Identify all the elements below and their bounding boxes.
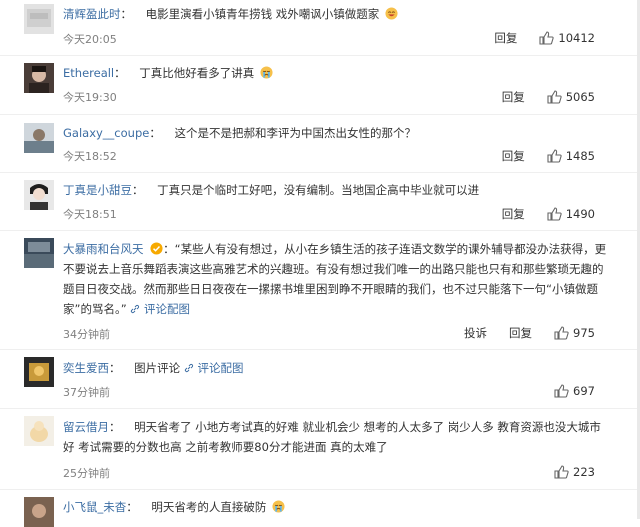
thumbs-up-icon: [547, 149, 562, 163]
report-link[interactable]: 投诉: [464, 325, 487, 341]
comment-text: 明天省考的人直接破防: [151, 500, 267, 514]
thumbs-up-icon: [539, 31, 555, 45]
laugh-emoji: [385, 7, 398, 20]
separator: ：: [109, 361, 121, 375]
like-count: 1490: [565, 207, 595, 221]
like-count: 1485: [565, 149, 595, 163]
like-button[interactable]: 223: [554, 465, 595, 479]
like-count: 223: [573, 465, 595, 479]
comment-text: 这个是不是把郝和李评为中国杰出女性的那个？: [174, 126, 417, 140]
comment-time: 今天18:52: [63, 150, 117, 163]
like-button[interactable]: 1485: [547, 149, 595, 163]
like-button[interactable]: 975: [554, 326, 595, 340]
comment-username[interactable]: 清辉盈此时: [63, 7, 121, 21]
avatar[interactable]: [24, 238, 54, 268]
avatar[interactable]: [24, 180, 54, 210]
image-link[interactable]: 评论配图: [184, 361, 243, 375]
thumbs-up-icon: [547, 207, 562, 221]
comment-username[interactable]: 留云借月: [63, 420, 109, 434]
reply-link[interactable]: 回复: [502, 89, 525, 105]
separator: ：: [163, 242, 175, 256]
cry-emoji: [272, 500, 285, 513]
comment-text: 电影里演看小镇青年捞钱 戏外嘲讽小镇做题家: [145, 7, 380, 21]
thumbs-up-icon: [554, 384, 569, 398]
avatar[interactable]: [24, 63, 54, 93]
comment-time: 25分钟前: [63, 467, 110, 480]
comment-text: 丁真比他好看多了讲真: [139, 66, 255, 80]
like-count: 697: [573, 384, 595, 398]
separator: ：: [132, 183, 144, 197]
separator: ：: [120, 7, 133, 21]
comment-item: 大暴雨和台风天 ：“某些人有没有想过，从小在乡镇生活的孩子连语文数学的课外辅导都…: [0, 230, 637, 350]
avatar[interactable]: [24, 357, 54, 387]
link-icon: [184, 363, 193, 373]
separator: ：: [114, 66, 126, 80]
comment-time: 今天20:05: [63, 33, 117, 46]
comment-item: Galaxy__coupe： 这个是不是把郝和李评为中国杰出女性的那个？ 今天1…: [0, 114, 637, 173]
link-icon: [131, 304, 140, 314]
like-count: 10412: [558, 31, 595, 45]
comment-username[interactable]: 丁真是小甜豆: [63, 183, 132, 197]
reply-link[interactable]: 回复: [509, 325, 532, 341]
like-button[interactable]: 697: [554, 384, 595, 398]
like-button[interactable]: 10412: [539, 31, 595, 45]
reply-link[interactable]: 回复: [502, 148, 525, 164]
comment-username[interactable]: Galaxy__coupe: [63, 126, 149, 140]
avatar[interactable]: [24, 497, 54, 527]
comment-time: 今天18:51: [63, 208, 117, 221]
comment-username[interactable]: 小飞鼠_未杳: [63, 500, 126, 514]
comment-item: Ethereall： 丁真比他好看多了讲真 今天19:30 回复 5065: [0, 55, 637, 115]
comment-item: 小飞鼠_未杳： 明天省考的人直接破防: [0, 489, 637, 527]
reply-link[interactable]: 回复: [494, 30, 517, 46]
comment-time: 34分钟前: [63, 328, 110, 341]
separator: ：: [109, 420, 121, 434]
comment-time: 37分钟前: [63, 386, 110, 399]
comment-item: 清辉盈此时： 电影里演看小镇青年捞钱 戏外嘲讽小镇做题家 今天20:05 回复 …: [0, 0, 637, 56]
image-link[interactable]: 评论配图: [130, 302, 190, 316]
like-button[interactable]: 5065: [547, 90, 595, 104]
avatar[interactable]: [24, 123, 54, 153]
comment-item: 奕生爱西： 图片评论 评论配图 37分钟前 697: [0, 349, 637, 409]
comment-username[interactable]: 奕生爱西: [63, 361, 109, 375]
comment-username[interactable]: 大暴雨和台风天: [63, 242, 144, 256]
thumbs-up-icon: [554, 326, 569, 340]
thumbs-up-icon: [554, 465, 569, 479]
cry-emoji: [260, 66, 273, 79]
avatar[interactable]: [24, 4, 54, 34]
verified-badge-icon: [150, 242, 163, 255]
separator: ：: [149, 126, 161, 140]
avatar[interactable]: [24, 416, 54, 446]
like-count: 975: [573, 326, 595, 340]
separator: ：: [126, 500, 138, 514]
comment-item: 留云借月： 明天省考了 小地方考试真的好难 就业机会少 想考的人太多了 岗少人多…: [0, 408, 637, 490]
thumbs-up-icon: [547, 90, 562, 104]
comment-item: 丁真是小甜豆： 丁真只是个临时工好吧，没有编制。当地国企高中毕业就可以进 今天1…: [0, 172, 637, 231]
comment-username[interactable]: Ethereall: [63, 66, 114, 80]
comment-text: 图片评论: [134, 361, 181, 375]
reply-link[interactable]: 回复: [502, 206, 525, 222]
like-button[interactable]: 1490: [547, 207, 595, 221]
like-count: 5065: [565, 90, 595, 104]
comment-text: 丁真只是个临时工好吧，没有编制。当地国企高中毕业就可以进: [157, 183, 480, 197]
comment-text: 明天省考了 小地方考试真的好难 就业机会少 想考的人太多了 岗少人多 教育资源也…: [63, 420, 601, 454]
comment-time: 今天19:30: [63, 91, 117, 104]
